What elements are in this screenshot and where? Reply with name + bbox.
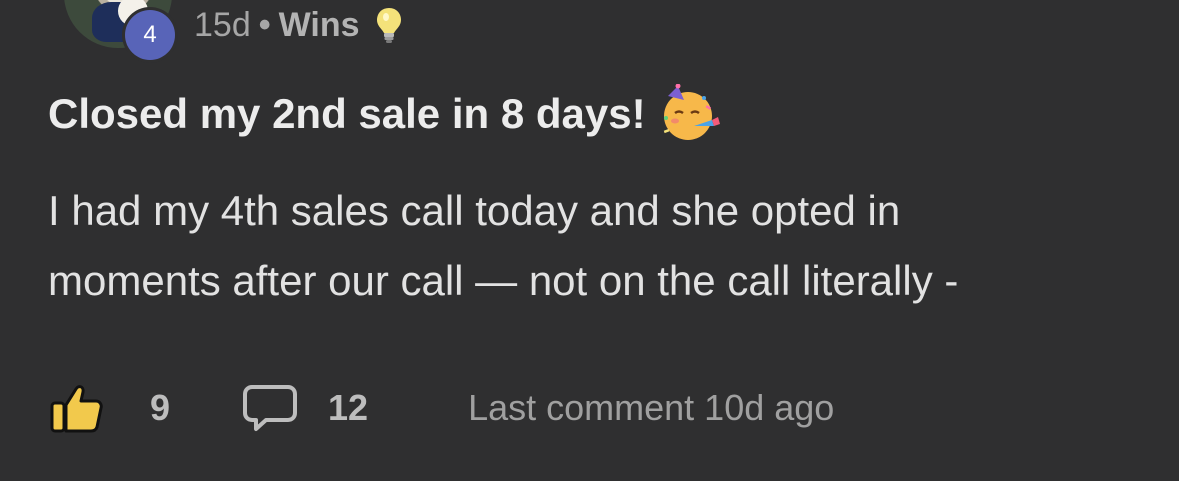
comment-count: 12	[328, 387, 369, 428]
thumbs-up-icon[interactable]	[50, 383, 104, 433]
lightbulb-icon	[374, 5, 404, 45]
level-number: 4	[125, 10, 175, 60]
meta-separator: •	[258, 5, 271, 44]
like-count: 9	[150, 387, 171, 428]
partying-face-icon	[658, 83, 722, 144]
post-title[interactable]: Closed my 2nd sale in 8 days!	[48, 90, 646, 138]
post-footer: 9 12 Last comment 10d ago	[50, 380, 834, 436]
post-body-line: I had my 4th sales call today and she op…	[48, 187, 901, 234]
post-header: 4 15d • Wins	[0, 0, 1179, 70]
post-body[interactable]: I had my 4th sales call today and she op…	[48, 176, 1138, 316]
comment-bubble-icon[interactable]	[242, 383, 298, 433]
post-title-row[interactable]: Closed my 2nd sale in 8 days!	[48, 83, 722, 144]
post-body-line: moments after our call — not on the call…	[48, 257, 959, 304]
level-badge: 4	[122, 7, 178, 63]
time-ago: 15d	[194, 5, 251, 44]
post-meta: 15d • Wins	[194, 5, 404, 45]
post-card[interactable]: 4 15d • Wins Closed my 2nd sale in 8 day…	[0, 0, 1179, 481]
last-comment-time: Last comment 10d ago	[468, 387, 835, 428]
category-label[interactable]: Wins	[279, 6, 360, 45]
